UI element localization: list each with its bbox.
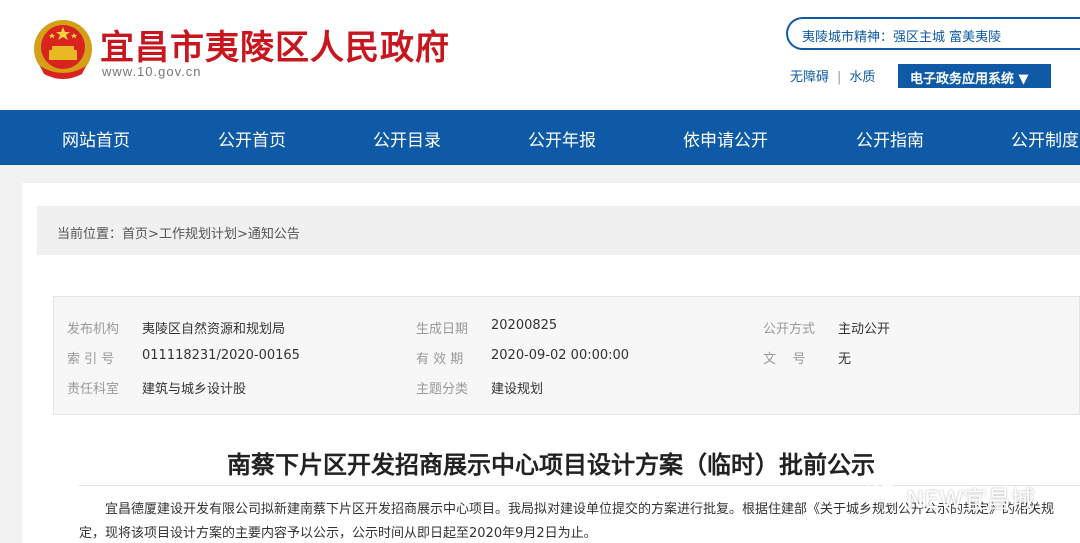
link-separator: | (837, 70, 842, 85)
nav-item-request-disclosure[interactable]: 依申请公开 (683, 126, 768, 151)
document-metadata: 发布机构 夷陵区自然资源和规划局 生成日期 20200825 公开方式 主动公开… (53, 296, 1080, 415)
article-title: 南蔡下片区开发招商展示中心项目设计方案（临时）批前公示 (227, 451, 875, 479)
topic-label: 主题分类 (416, 382, 469, 397)
topic-value: 建设规划 (491, 382, 544, 397)
main-nav: 网站首页 公开首页 公开目录 公开年报 依申请公开 公开指南 公开制度 (0, 110, 1080, 165)
department-value: 建筑与城乡设计股 (142, 382, 247, 397)
nav-item-open-guide[interactable]: 公开指南 (856, 126, 924, 151)
meta-row: 责任科室 建筑与城乡设计股 主题分类 建设规划 (54, 378, 1080, 398)
site-url: www.10.gov.cn (102, 64, 202, 79)
city-slogan: 夷陵城市精神：强区主城 富美夷陵 (786, 17, 1080, 50)
national-emblem-icon (34, 20, 92, 79)
nav-item-annual-report[interactable]: 公开年报 (528, 126, 596, 151)
generated-date-value: 20200825 (491, 318, 558, 333)
water-quality-link[interactable]: 水质 (849, 70, 875, 85)
nav-item-open-rules[interactable]: 公开制度 (1011, 126, 1079, 151)
valid-period-value: 2020-09-02 00:00:00 (491, 348, 630, 363)
index-value: 011118231/2020-00165 (142, 348, 300, 363)
nav-item-home[interactable]: 网站首页 (62, 126, 130, 151)
breadcrumb-plans[interactable]: 工作规划计划 (159, 227, 237, 242)
breadcrumb-notices[interactable]: 通知公告 (248, 227, 300, 242)
accessibility-link[interactable]: 无障碍 (790, 70, 829, 85)
breadcrumb: 当前位置：首页>工作规划计划>通知公告 (37, 206, 1080, 255)
index-label: 索 引 号 (67, 352, 115, 367)
publisher-label: 发布机构 (67, 322, 120, 337)
open-mode-label: 公开方式 (763, 322, 816, 337)
breadcrumb-prefix: 当前位置： (57, 227, 123, 242)
utility-links: 无障碍 | 水质 (790, 66, 875, 88)
watermark-text: NEW宜昌城 (906, 486, 1035, 514)
doc-number-value: 无 (838, 352, 852, 367)
site-header: 宜昌市夷陵区人民政府 www.10.gov.cn 夷陵城市精神：强区主城 富美夷… (0, 0, 1080, 110)
nav-item-open-home[interactable]: 公开首页 (218, 126, 286, 151)
open-mode-value: 主动公开 (838, 322, 891, 337)
site-title[interactable]: 宜昌市夷陵区人民政府 (100, 20, 450, 69)
breadcrumb-separator: > (148, 227, 159, 242)
publisher-value: 夷陵区自然资源和规划局 (142, 322, 286, 337)
breadcrumb-home[interactable]: 首页 (122, 227, 148, 242)
valid-period-label: 有 效 期 (416, 352, 464, 367)
meta-row: 索 引 号 011118231/2020-00165 有 效 期 2020-09… (54, 348, 1080, 368)
wechat-icon (867, 477, 900, 503)
department-label: 责任科室 (67, 382, 120, 397)
eservice-dropdown-button[interactable]: 电子政务应用系统 ▼ (898, 64, 1051, 88)
doc-number-label: 文 号 (763, 352, 806, 367)
generated-date-label: 生成日期 (416, 322, 469, 337)
nav-item-open-catalog[interactable]: 公开目录 (373, 126, 441, 151)
breadcrumb-separator: > (236, 227, 248, 242)
meta-row: 发布机构 夷陵区自然资源和规划局 生成日期 20200825 公开方式 主动公开 (54, 318, 1080, 338)
